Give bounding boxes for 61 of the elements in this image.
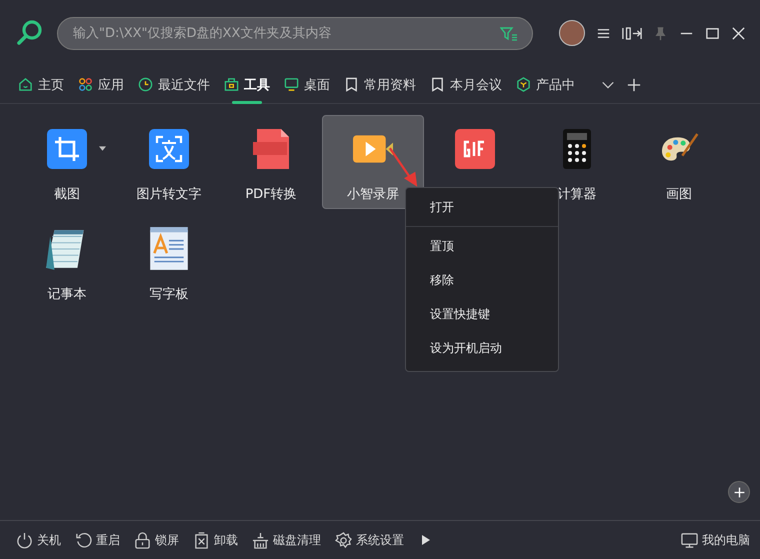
add-icon[interactable] xyxy=(627,78,641,92)
cube-icon xyxy=(516,77,531,92)
add-button[interactable] xyxy=(728,481,750,503)
play-icon[interactable] xyxy=(422,535,430,545)
pin-icon[interactable] xyxy=(653,26,668,40)
home-icon xyxy=(18,77,33,92)
menu-item[interactable]: 移除 xyxy=(406,263,558,297)
tool-label[interactable]: 画图 xyxy=(666,185,692,203)
tool-label[interactable]: PDF转换 xyxy=(245,185,297,203)
footer-button[interactable]: 系统设置 xyxy=(335,532,404,548)
lock-icon xyxy=(134,532,151,548)
settings-icon xyxy=(335,532,352,548)
footer-button[interactable]: 我的电脑 xyxy=(681,532,750,548)
footer-button[interactable]: 锁屏 xyxy=(134,532,179,548)
text-scan-icon xyxy=(149,129,189,169)
bookmark-icon xyxy=(344,77,359,92)
tab[interactable]: 工具 xyxy=(224,66,270,104)
power-icon xyxy=(16,532,33,548)
tool-label[interactable]: 小智录屏 xyxy=(347,185,399,203)
tab[interactable]: 常用资料 xyxy=(344,66,416,104)
search-logo-icon xyxy=(16,19,44,47)
tool-label[interactable]: 图片转文字 xyxy=(136,185,202,203)
apps-icon xyxy=(78,77,93,92)
menu-item[interactable]: 设置快捷键 xyxy=(406,297,558,331)
bookmark-icon xyxy=(430,77,445,92)
restart-icon xyxy=(75,532,92,548)
tool-label[interactable]: 写字板 xyxy=(150,285,188,303)
annotation-arrow xyxy=(388,146,420,188)
tab[interactable]: 最近文件 xyxy=(138,66,210,104)
footer-button[interactable]: 关机 xyxy=(16,532,61,548)
tool-tile[interactable]: 小智录屏 xyxy=(322,115,424,209)
clock-icon xyxy=(138,77,153,92)
dropdown-caret-icon[interactable] xyxy=(99,146,106,151)
monitor-icon xyxy=(284,77,299,92)
tab[interactable]: 主页 xyxy=(18,66,64,104)
tab[interactable]: 应用 xyxy=(78,66,124,104)
gif-icon xyxy=(455,129,495,169)
monitor-icon xyxy=(681,532,698,548)
toolbox-icon xyxy=(224,77,239,92)
tab[interactable]: 产品中 xyxy=(516,66,575,104)
footer-button[interactable]: 重启 xyxy=(75,532,120,548)
collapse-sidebar-icon[interactable] xyxy=(622,26,642,40)
pdf-file-icon xyxy=(251,129,291,169)
basket-icon xyxy=(252,532,269,548)
filter-icon[interactable] xyxy=(500,26,518,40)
search-field[interactable]: 输入"D:\XX"仅搜索D盘的XX文件夹及其内容 xyxy=(57,16,533,50)
maximize-icon[interactable] xyxy=(705,26,720,40)
menu-item[interactable]: 置顶 xyxy=(406,229,558,263)
avatar[interactable] xyxy=(559,20,585,46)
crop-icon xyxy=(47,129,87,169)
tab[interactable]: 桌面 xyxy=(284,66,330,104)
plus-icon xyxy=(732,486,746,498)
tab[interactable]: 本月会议 xyxy=(430,66,502,104)
menu-item[interactable]: 打开 xyxy=(406,188,558,227)
tool-label[interactable]: 记事本 xyxy=(48,285,86,303)
footer-button[interactable]: 磁盘清理 xyxy=(252,532,321,548)
close-icon[interactable] xyxy=(731,26,746,40)
trash-icon xyxy=(193,532,210,548)
footer-button[interactable]: 卸载 xyxy=(193,532,238,548)
tool-label[interactable]: 截图 xyxy=(54,185,80,203)
menu-item[interactable]: 设为开机启动 xyxy=(406,331,558,365)
